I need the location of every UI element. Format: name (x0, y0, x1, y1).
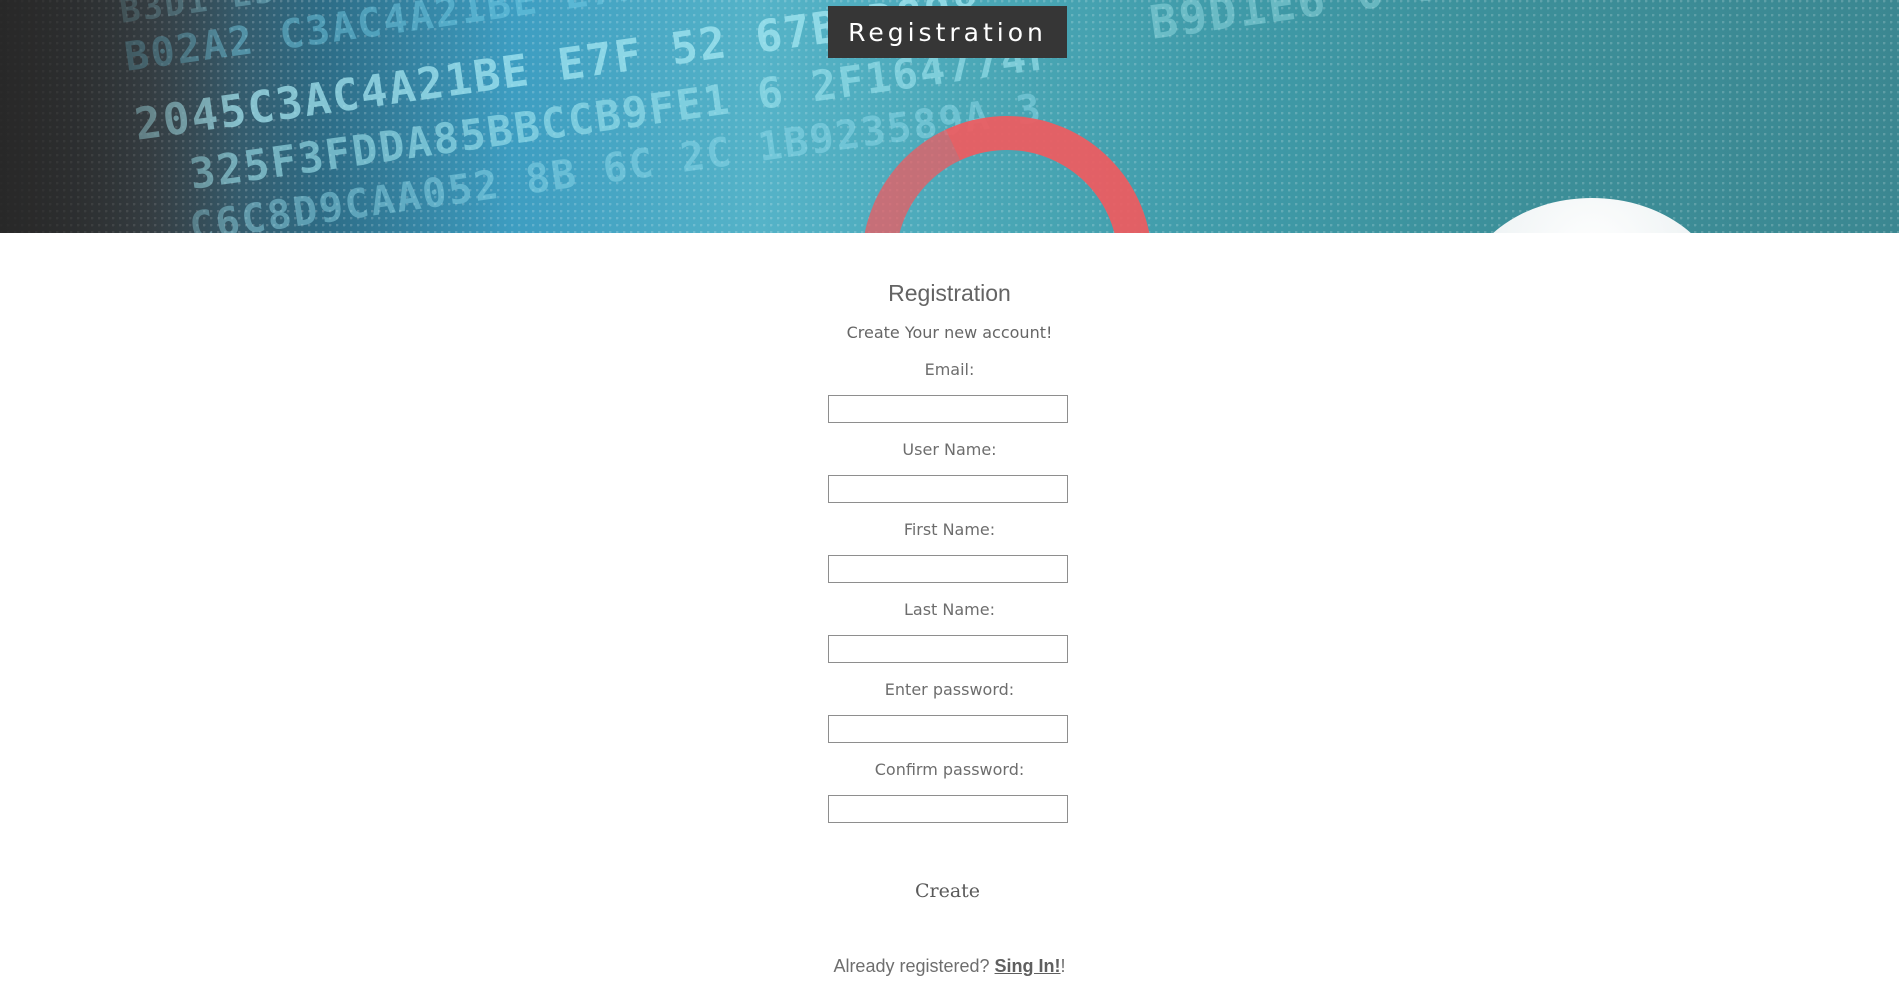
hero-white-dome (1462, 198, 1722, 233)
last-name-label: Last Name: (903, 600, 995, 619)
confirm-password-field[interactable] (828, 795, 1068, 823)
password-field[interactable] (828, 715, 1068, 743)
form-title: Registration (888, 280, 1011, 306)
hero-banner: B3D1 E3C2E6 E 0 294A5 B02A2 C3AC4A21BE E… (0, 0, 1899, 233)
first-name-field[interactable] (828, 555, 1068, 583)
password-label: Enter password: (884, 680, 1015, 699)
username-label: User Name: (902, 440, 997, 459)
signin-prompt: Already registered? (833, 956, 990, 976)
hero-code-row: B9D1E6 0 3F E5 7E A5 73 (1146, 0, 1830, 50)
username-field[interactable] (828, 475, 1068, 503)
first-name-label: First Name: (903, 520, 996, 539)
create-button[interactable]: Create (869, 873, 1026, 909)
hero-title: Registration (828, 6, 1067, 58)
signin-link[interactable]: Sing In! (995, 956, 1061, 976)
hero-left-fade (0, 0, 240, 233)
last-name-field[interactable] (828, 635, 1068, 663)
signin-suffix: ! (1060, 956, 1066, 976)
email-label: Email: (924, 360, 975, 379)
registration-page: B3D1 E3C2E6 E 0 294A5 B02A2 C3AC4A21BE E… (0, 0, 1899, 1001)
email-field[interactable] (828, 395, 1068, 423)
confirm-password-label: Confirm password: (874, 760, 1025, 779)
signin-prompt-line: Already registered? Sing In!! (0, 956, 1899, 977)
form-subtitle: Create Your new account! (846, 323, 1053, 342)
